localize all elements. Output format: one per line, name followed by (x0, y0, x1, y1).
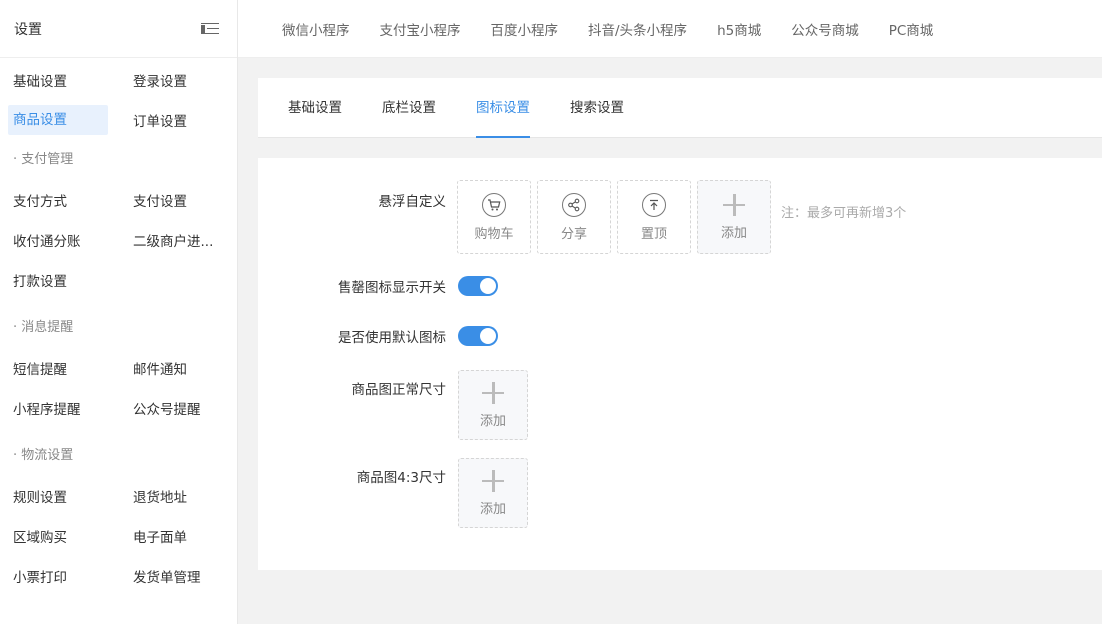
menu-fold-icon[interactable] (201, 22, 219, 36)
sidebar-item-receipt-print[interactable]: 小票打印 (0, 566, 119, 586)
add-label: 添加 (479, 501, 506, 517)
arrow-top-icon (642, 192, 666, 217)
sidebar-item-miniprogram-notify[interactable]: 小程序提醒 (0, 398, 119, 418)
sidebar-item-sms[interactable]: 短信提醒 (0, 358, 119, 378)
ratio-size-row: 商品图4:3尺寸 添加 (258, 458, 528, 528)
sidebar-item-shipping-list[interactable]: 发货单管理 (119, 566, 229, 586)
plus-icon (482, 381, 504, 404)
tab-douyin-miniprogram[interactable]: 抖音/头条小程序 (588, 19, 687, 39)
float-item-top[interactable]: 置顶 (617, 180, 691, 254)
add-label: 添加 (479, 413, 506, 429)
float-item-label: 购物车 (474, 226, 514, 242)
tab-h5-mall[interactable]: h5商城 (717, 19, 761, 39)
platform-tabs: 微信小程序 支付宝小程序 百度小程序 抖音/头条小程序 h5商城 公众号商城 P… (238, 0, 1102, 58)
tab-bottom-bar-settings[interactable]: 底栏设置 (382, 78, 436, 138)
ratio-size-upload[interactable]: 添加 (458, 458, 528, 528)
ratio-size-label: 商品图4:3尺寸 (356, 470, 446, 486)
float-item-share[interactable]: 分享 (537, 180, 611, 254)
sidebar-item-product-settings[interactable]: 商品设置 (8, 105, 108, 135)
float-item-cart[interactable]: 购物车 (457, 180, 531, 254)
default-icon-toggle[interactable] (458, 326, 498, 346)
tab-official-account-mall[interactable]: 公众号商城 (791, 19, 859, 39)
float-item-label: 置顶 (640, 226, 667, 242)
sidebar-header: 设置 (0, 0, 237, 58)
sidebar-item-electronic-waybill[interactable]: 电子面单 (119, 526, 229, 546)
sidebar-item-basic-settings[interactable]: 基础设置 (0, 70, 119, 90)
sold-out-toggle[interactable] (458, 276, 498, 296)
sidebar-item-region-purchase[interactable]: 区域购买 (0, 526, 119, 546)
float-limit-note: 注：最多可再新增3个 (781, 206, 907, 221)
sidebar-item-return-address[interactable]: 退货地址 (119, 486, 229, 506)
sidebar-title: 设置 (14, 21, 42, 38)
tab-icon-settings[interactable]: 图标设置 (476, 78, 530, 138)
sidebar-item-official-account-notify[interactable]: 公众号提醒 (119, 398, 229, 418)
sold-out-label: 售罄图标显示开关 (338, 280, 446, 296)
sidebar-item-rule-settings[interactable]: 规则设置 (0, 486, 119, 506)
sidebar-item-sub-merchant[interactable]: 二级商户进... (119, 230, 229, 250)
normal-size-upload[interactable]: 添加 (458, 370, 528, 440)
default-icon-row: 是否使用默认图标 (258, 326, 498, 346)
plus-icon (723, 193, 745, 216)
sidebar-item-profit-sharing[interactable]: 收付通分账 (0, 230, 119, 250)
sidebar-item-payment-settings[interactable]: 支付设置 (119, 190, 229, 210)
sidebar-item-payout-settings[interactable]: 打款设置 (0, 270, 119, 290)
share-icon (562, 192, 586, 217)
normal-size-row: 商品图正常尺寸 添加 (258, 370, 528, 440)
float-item-label: 分享 (560, 226, 587, 242)
tab-alipay-miniprogram[interactable]: 支付宝小程序 (380, 19, 461, 39)
icon-settings-form: 悬浮自定义 购物车 分享 置顶 添加 注：最多可再新增3个 售罄图标显示开关 是… (258, 158, 1102, 570)
sidebar-item-order-settings[interactable]: 订单设置 (119, 110, 229, 130)
sidebar-item-email[interactable]: 邮件通知 (119, 358, 229, 378)
sidebar: 设置 基础设置 登录设置 商品设置 订单设置 · 支付管理 支付方式 支付设置 … (0, 0, 238, 624)
tab-search-settings[interactable]: 搜索设置 (570, 78, 624, 138)
tab-basic-settings[interactable]: 基础设置 (288, 78, 342, 138)
tab-baidu-miniprogram[interactable]: 百度小程序 (491, 19, 559, 39)
settings-sub-tabs: 基础设置 底栏设置 图标设置 搜索设置 (258, 78, 1102, 138)
plus-icon (482, 469, 504, 492)
sidebar-item-login-settings[interactable]: 登录设置 (119, 70, 229, 90)
float-custom-label: 悬浮自定义 (378, 194, 447, 210)
tab-wechat-miniprogram[interactable]: 微信小程序 (282, 19, 350, 39)
float-custom-row: 悬浮自定义 购物车 分享 置顶 添加 注：最多可再新增3个 (258, 180, 906, 254)
cart-icon (482, 192, 506, 217)
sidebar-group-messages: · 消息提醒 (13, 320, 74, 335)
sidebar-group-payment: · 支付管理 (13, 152, 74, 167)
tab-pc-mall[interactable]: PC商城 (889, 19, 934, 39)
sidebar-item-payment-method[interactable]: 支付方式 (0, 190, 119, 210)
sold-out-row: 售罄图标显示开关 (258, 276, 498, 296)
sidebar-group-logistics: · 物流设置 (13, 448, 74, 463)
add-label: 添加 (720, 225, 747, 241)
add-float-item-button[interactable]: 添加 (697, 180, 771, 254)
normal-size-label: 商品图正常尺寸 (351, 382, 447, 398)
default-icon-label: 是否使用默认图标 (338, 330, 446, 346)
